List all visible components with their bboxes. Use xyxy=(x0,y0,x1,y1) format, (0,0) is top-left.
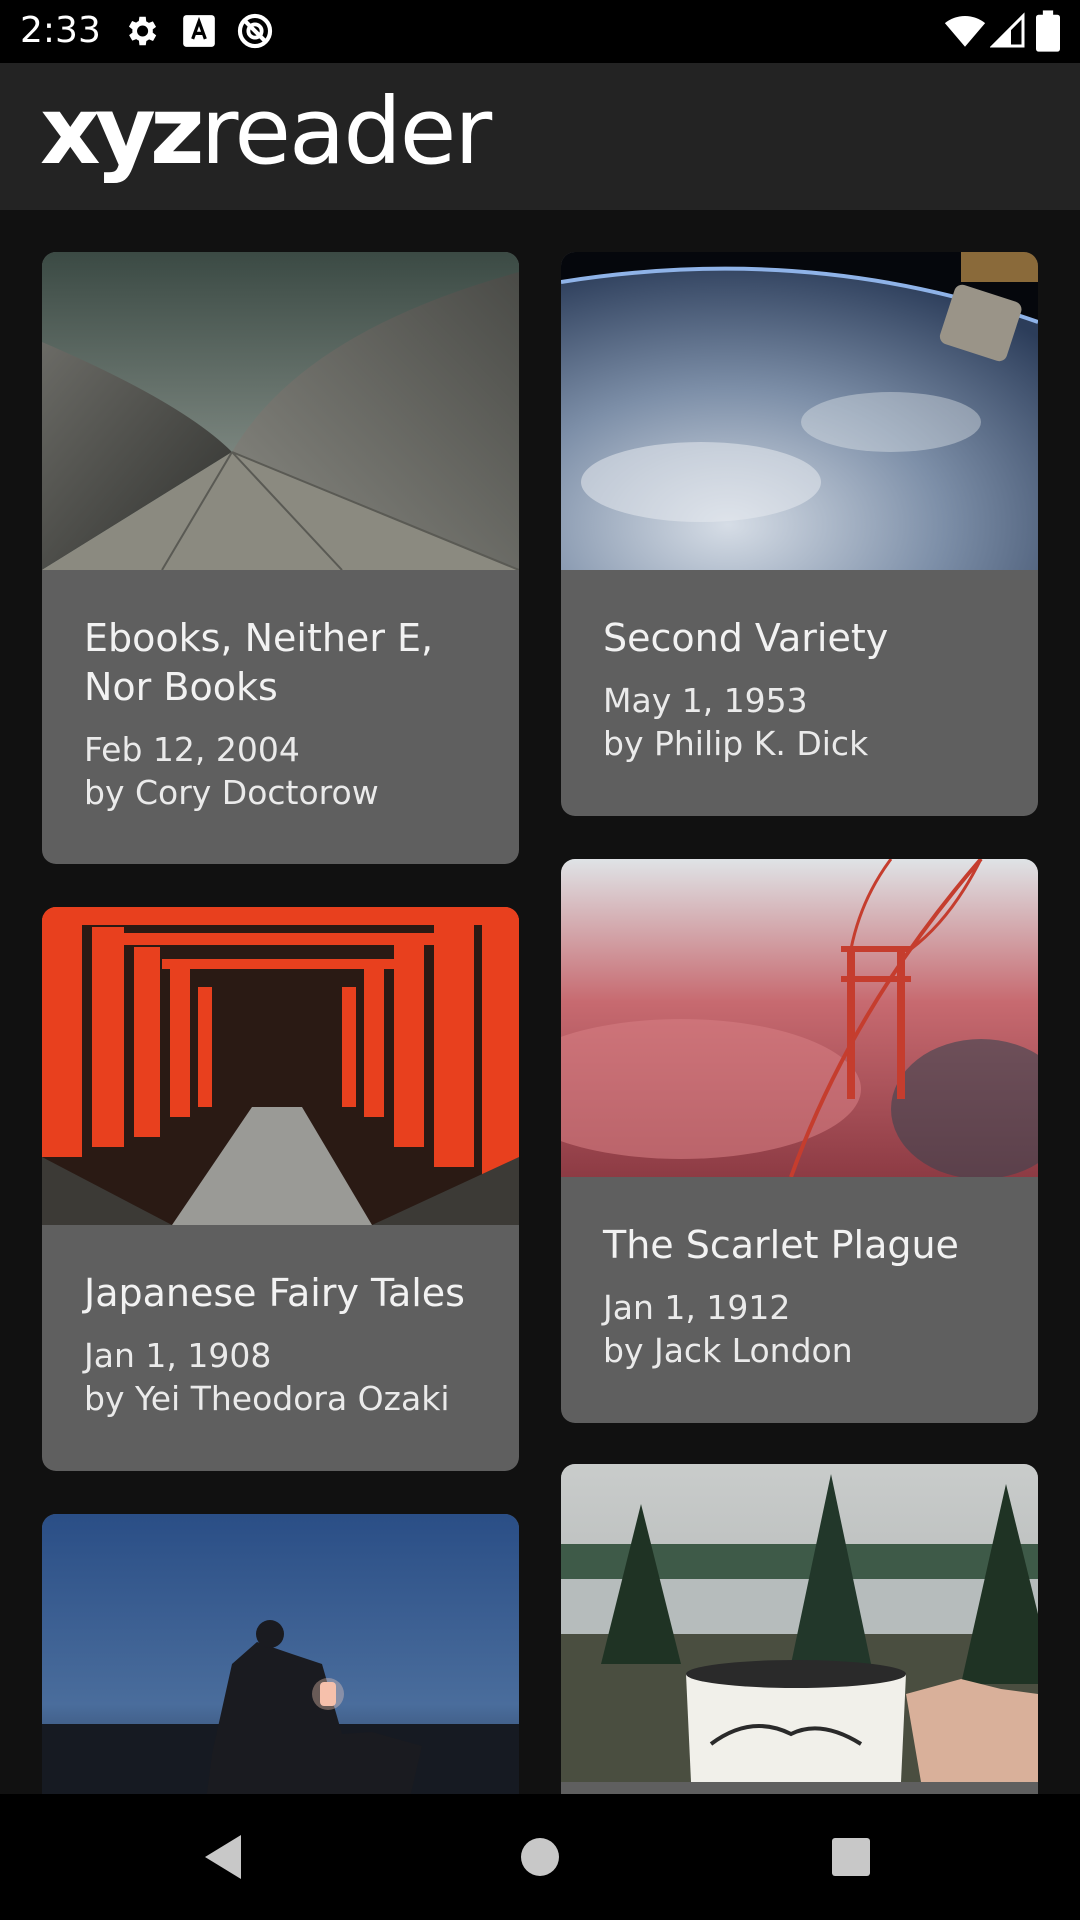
battery-icon xyxy=(1036,10,1060,52)
font-a-icon xyxy=(183,15,215,47)
navigation-bar xyxy=(0,1794,1080,1920)
app-logo: xyz reader xyxy=(40,77,493,187)
article-grid[interactable]: Ebooks, Neither E, Nor Books Feb 12, 200… xyxy=(0,210,1080,1794)
article-card[interactable] xyxy=(561,1464,1038,1794)
article-thumbnail xyxy=(42,1514,519,1794)
article-card[interactable]: Second Variety May 1, 1953 by Philip K. … xyxy=(561,252,1038,816)
article-thumbnail xyxy=(561,1464,1038,1782)
article-author: by Cory Doctorow xyxy=(84,773,379,812)
article-thumbnail xyxy=(42,252,519,570)
article-thumbnail xyxy=(561,252,1038,570)
article-date: Feb 12, 2004 xyxy=(84,730,300,769)
article-details: Japanese Fairy Tales Jan 1, 1908 by Yei … xyxy=(42,1225,519,1420)
article-card[interactable] xyxy=(42,1514,519,1794)
article-date: May 1, 1953 xyxy=(603,681,808,720)
article-title: Second Variety xyxy=(603,616,889,660)
wifi-icon xyxy=(944,15,986,47)
signal-icon xyxy=(990,12,1025,48)
article-thumbnail xyxy=(561,859,1038,1177)
article-title: The Scarlet Plague xyxy=(603,1223,959,1267)
article-thumbnail xyxy=(42,907,519,1225)
article-author: by Philip K. Dick xyxy=(603,724,869,763)
home-button[interactable] xyxy=(507,1824,573,1890)
article-author: by Yei Theodora Ozaki xyxy=(84,1379,450,1418)
article-details xyxy=(561,1782,1038,1794)
recents-icon xyxy=(832,1838,870,1876)
article-title: Japanese Fairy Tales xyxy=(84,1271,465,1315)
logo-bold-text: xyz xyxy=(40,77,205,186)
no-disturb-icon xyxy=(237,13,273,49)
article-card[interactable]: Ebooks, Neither E, Nor Books Feb 12, 200… xyxy=(42,252,519,864)
back-icon xyxy=(205,1835,241,1879)
app-bar: xyz reader xyxy=(0,63,1080,210)
article-date: Jan 1, 1912 xyxy=(603,1288,791,1327)
article-author: by Jack London xyxy=(603,1331,853,1370)
back-button[interactable] xyxy=(190,1824,256,1890)
article-details: Second Variety May 1, 1953 by Philip K. … xyxy=(561,570,1038,765)
article-card[interactable]: The Scarlet Plague Jan 1, 1912 by Jack L… xyxy=(561,859,1038,1423)
status-time: 2:33 xyxy=(20,10,101,51)
article-title: Ebooks, Neither E, Nor Books xyxy=(84,616,434,709)
article-details: The Scarlet Plague Jan 1, 1912 by Jack L… xyxy=(561,1177,1038,1372)
article-card[interactable]: Japanese Fairy Tales Jan 1, 1908 by Yei … xyxy=(42,907,519,1471)
article-details: Ebooks, Neither E, Nor Books Feb 12, 200… xyxy=(42,570,519,814)
status-bar: 2:33 xyxy=(0,0,1080,63)
gear-icon xyxy=(128,16,157,46)
home-icon xyxy=(521,1838,559,1876)
article-date: Jan 1, 1908 xyxy=(84,1336,272,1375)
recents-button[interactable] xyxy=(818,1824,884,1890)
logo-light-text: reader xyxy=(200,78,493,185)
